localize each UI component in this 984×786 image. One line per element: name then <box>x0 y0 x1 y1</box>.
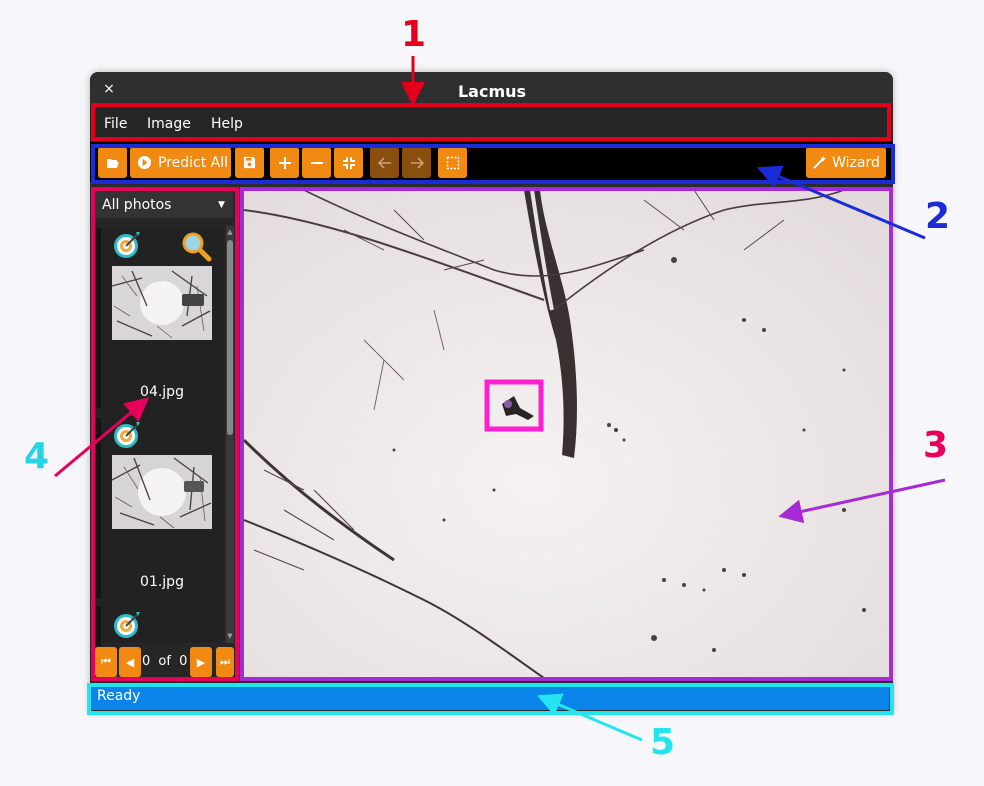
annotation-label-5: 5 <box>650 722 676 763</box>
annotation-arrows <box>54 56 946 742</box>
annotation-label-2: 2 <box>925 196 951 237</box>
annotation-label-4: 4 <box>24 436 50 477</box>
annotation-label-3: 3 <box>923 425 949 466</box>
annotation-label-1: 1 <box>401 14 427 55</box>
